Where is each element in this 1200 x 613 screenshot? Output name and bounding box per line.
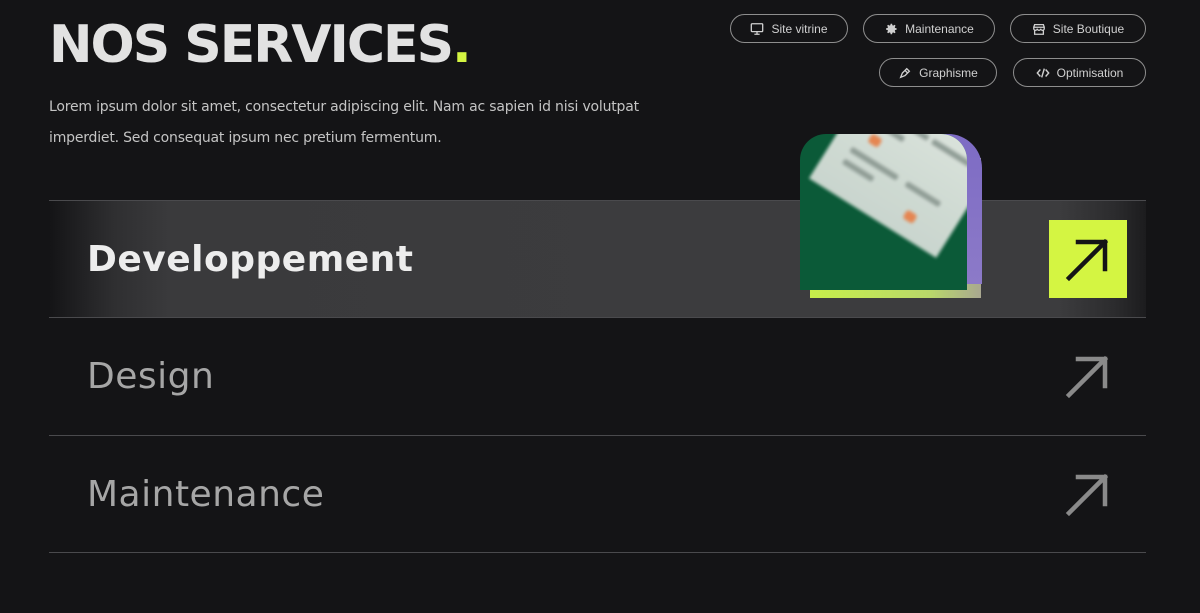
open-service-button[interactable] bbox=[1049, 337, 1127, 415]
store-icon bbox=[1032, 23, 1045, 35]
title-text: NOS SERVICES bbox=[49, 15, 454, 75]
tag-maintenance[interactable]: Maintenance bbox=[863, 14, 995, 43]
divider bbox=[49, 552, 1146, 553]
service-preview-image bbox=[800, 134, 982, 298]
page-title: NOS SERVICES. bbox=[49, 14, 472, 76]
open-service-button[interactable] bbox=[1049, 455, 1127, 533]
tag-optimisation[interactable]: Optimisation bbox=[1013, 58, 1146, 87]
tag-label: Site Boutique bbox=[1052, 21, 1125, 36]
tag-site-vitrine[interactable]: Site vitrine bbox=[730, 14, 848, 43]
gear-icon bbox=[886, 23, 897, 34]
service-label: Developpement bbox=[87, 238, 414, 280]
service-row-maintenance[interactable]: Maintenance bbox=[49, 436, 1146, 552]
arrow-up-right-icon bbox=[1065, 473, 1109, 517]
services-section: NOS SERVICES. Lorem ipsum dolor sit amet… bbox=[0, 0, 1200, 613]
service-row-design[interactable]: Design bbox=[49, 318, 1146, 434]
code-icon bbox=[1036, 67, 1050, 78]
tag-label: Site vitrine bbox=[771, 21, 828, 36]
intro-text: Lorem ipsum dolor sit amet, consectetur … bbox=[49, 99, 639, 146]
preview-card bbox=[800, 134, 967, 290]
open-service-button[interactable] bbox=[1049, 220, 1127, 298]
tag-graphisme[interactable]: Graphisme bbox=[879, 58, 997, 87]
tag-label: Graphisme bbox=[919, 65, 978, 80]
service-label: Maintenance bbox=[87, 473, 325, 515]
tag-site-boutique[interactable]: Site Boutique bbox=[1010, 14, 1146, 43]
tag-label: Maintenance bbox=[905, 21, 974, 36]
service-label: Design bbox=[87, 355, 215, 397]
title-accent-dot: . bbox=[452, 15, 472, 75]
tag-label: Optimisation bbox=[1056, 65, 1124, 80]
preview-document-image bbox=[808, 134, 967, 258]
pen-icon bbox=[899, 67, 911, 79]
arrow-up-right-icon bbox=[1065, 238, 1109, 282]
monitor-icon bbox=[751, 22, 764, 35]
arrow-up-right-icon bbox=[1065, 355, 1109, 399]
